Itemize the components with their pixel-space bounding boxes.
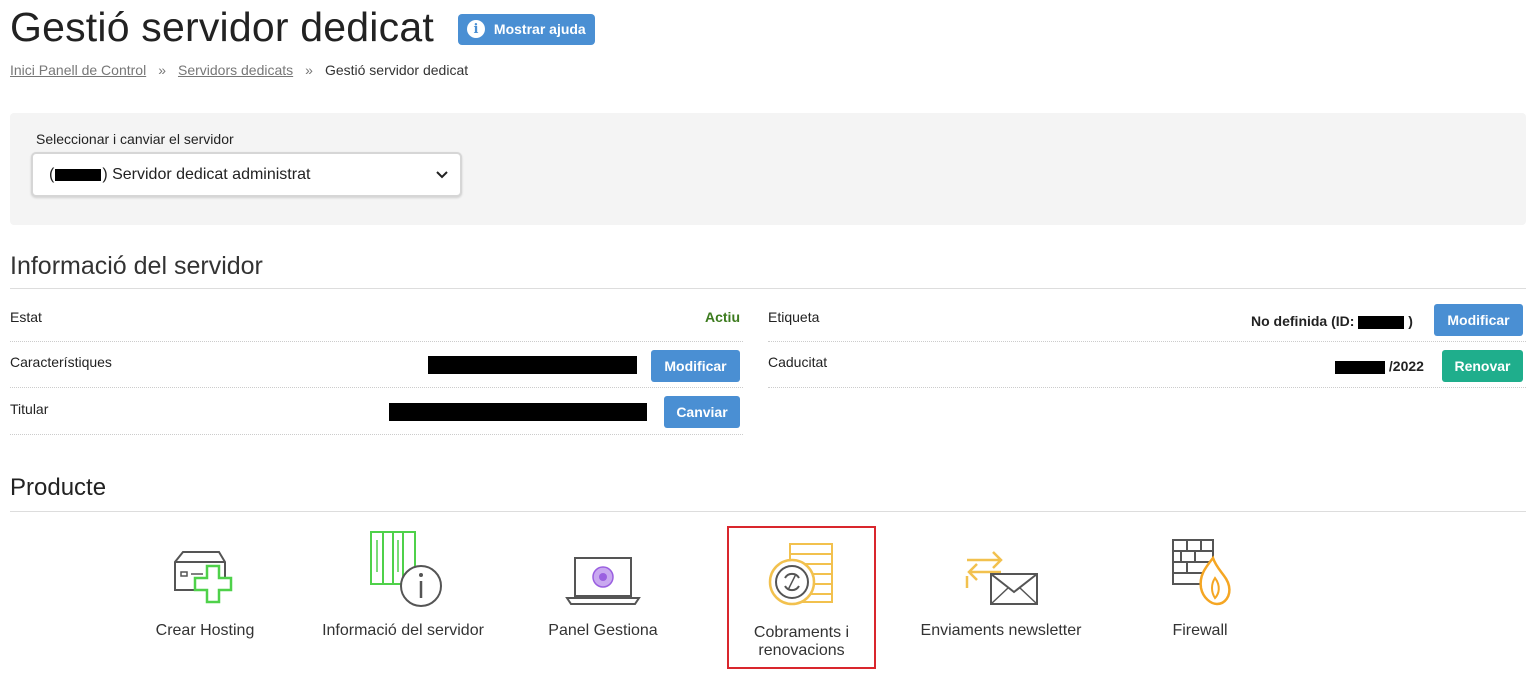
info-row-titular: Titular Canviar (10, 389, 743, 435)
server-info-title: Informació del servidor (10, 252, 263, 280)
product-firewall[interactable]: Firewall (1125, 528, 1275, 668)
redacted-block (428, 356, 637, 374)
divider (10, 288, 1526, 289)
product-newsletter[interactable]: Enviaments newsletter (902, 528, 1100, 668)
estat-label: Estat (10, 309, 42, 325)
info-row-etiqueta: Etiqueta No definida (ID: ) Modificar (768, 296, 1526, 342)
product-label: Cobraments i renovacions (753, 624, 850, 659)
billing-renew-icon (766, 542, 838, 613)
etiqueta-label: Etiqueta (768, 309, 820, 325)
firewall-icon (1165, 536, 1235, 613)
server-select[interactable]: ( ) Servidor dedicat administrat (31, 152, 462, 197)
server-selector-label: Seleccionar i canviar el servidor (36, 131, 234, 147)
show-help-button[interactable]: i Mostrar ajuda (457, 13, 595, 45)
breadcrumb: Inici Panell de Control » Servidors dedi… (10, 62, 468, 78)
show-help-label: Mostrar ajuda (493, 21, 586, 37)
breadcrumb-separator: » (305, 62, 313, 78)
caducitat-label: Caducitat (768, 354, 828, 370)
page-header: Gestió servidor dedicat i Mostrar ajuda (10, 0, 595, 54)
chevron-down-icon (436, 168, 448, 182)
product-create-hosting[interactable]: Crear Hosting (130, 528, 280, 668)
redacted-block (1335, 360, 1385, 374)
product-server-info[interactable]: Informació del servidor (313, 528, 493, 668)
server-select-value: ) Servidor dedicat administrat (102, 165, 311, 183)
redacted-block (55, 168, 102, 181)
product-title: Producte (10, 474, 107, 501)
product-label: Firewall (1172, 622, 1228, 639)
product-label: Informació del servidor (322, 622, 484, 639)
etiqueta-value-suffix: ) (1408, 313, 1413, 329)
renew-button[interactable]: Renovar (1442, 350, 1523, 382)
etiqueta-value-prefix: No definida (ID: (1251, 313, 1355, 329)
server-info-icon (363, 528, 443, 613)
breadcrumb-current: Gestió servidor dedicat (324, 62, 469, 78)
info-row-caracteristiques: Característiques Modificar (10, 342, 743, 388)
breadcrumb-separator: » (158, 62, 166, 78)
divider (10, 511, 1526, 512)
product-label: Panel Gestiona (548, 622, 658, 639)
redacted-block (1358, 315, 1405, 329)
newsletter-envelope-icon (961, 548, 1041, 613)
server-add-icon (169, 542, 241, 613)
change-holder-button[interactable]: Canviar (664, 396, 740, 428)
modify-label-button[interactable]: Modificar (1434, 304, 1523, 336)
product-label: Crear Hosting (155, 622, 255, 639)
info-row-caducitat: Caducitat /2022 Renovar (768, 342, 1526, 388)
caducitat-value-suffix: /2022 (1388, 358, 1424, 374)
info-row-estat: Estat Actiu (10, 296, 743, 342)
product-label: Enviaments newsletter (920, 622, 1082, 639)
server-selector-panel: Seleccionar i canviar el servidor ( ) Se… (10, 113, 1526, 225)
page-title: Gestió servidor dedicat (10, 3, 434, 50)
server-select-open-paren: ( (49, 165, 55, 183)
product-panel-gestiona[interactable]: Panel Gestiona (528, 528, 678, 668)
laptop-icon (565, 554, 641, 613)
info-icon: i (466, 20, 485, 38)
etiqueta-value: No definida (ID: ) (1251, 313, 1413, 329)
modify-features-button[interactable]: Modificar (651, 350, 740, 382)
status-badge: Actiu (705, 309, 740, 325)
breadcrumb-link-dedicated-servers[interactable]: Servidors dedicats (178, 62, 293, 78)
caducitat-value: /2022 (1335, 358, 1424, 374)
caracteristiques-label: Característiques (10, 354, 112, 370)
product-billing-renewals[interactable]: Cobraments i renovacions (727, 526, 876, 669)
titular-label: Titular (10, 401, 49, 417)
redacted-block (389, 403, 647, 421)
breadcrumb-link-home[interactable]: Inici Panell de Control (10, 62, 146, 78)
